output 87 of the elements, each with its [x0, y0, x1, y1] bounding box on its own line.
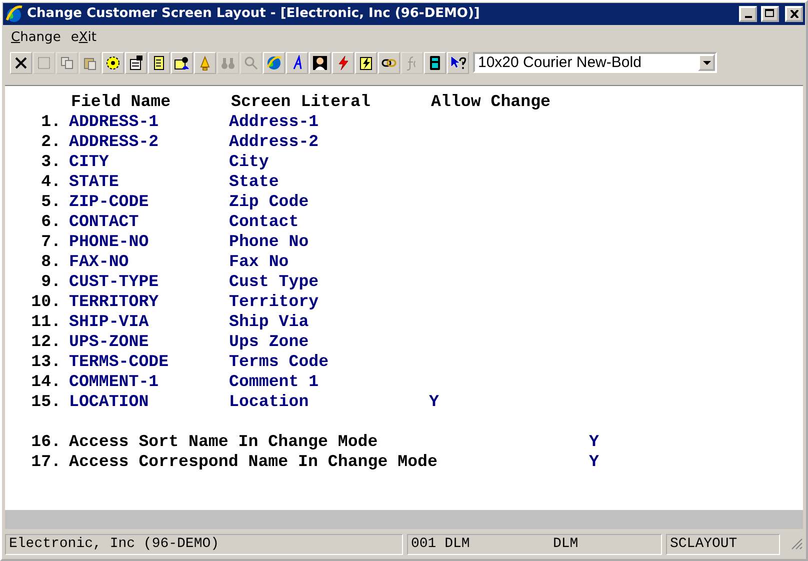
- screen-literal: Phone No: [229, 232, 310, 252]
- status-text: 001 DLM: [411, 536, 471, 552]
- screen-literal: Address-2: [229, 132, 320, 152]
- field-name: TERMS-CODE: [69, 352, 170, 372]
- row-number: 5.: [40, 192, 61, 212]
- field-name: CITY: [69, 152, 110, 172]
- row-number: 13.: [30, 352, 61, 372]
- program-pane: SCLAYOUT: [666, 534, 780, 555]
- screen-literal: City: [229, 152, 270, 172]
- minimize-icon: [744, 16, 752, 18]
- screen-literal: Ship Via: [229, 312, 310, 332]
- screen-literal: Territory: [229, 292, 320, 312]
- screen-literal: State: [229, 172, 280, 192]
- column-header: Screen Literal: [231, 92, 372, 112]
- calculator-icon[interactable]: [424, 52, 446, 74]
- option-value: Y: [589, 432, 600, 452]
- menu-item[interactable]: eXit: [68, 30, 100, 45]
- screen-literal: Location: [229, 392, 310, 412]
- screen-literal: Contact: [229, 212, 300, 232]
- font-dropdown[interactable]: 10x20 Courier New-Bold: [473, 52, 717, 74]
- field-name: CUST-TYPE: [69, 272, 160, 292]
- close-icon: [790, 10, 798, 18]
- field-name: ADDRESS-2: [69, 132, 160, 152]
- bell-icon[interactable]: [194, 52, 216, 74]
- row-number: 14.: [30, 372, 61, 392]
- lightning-page-icon[interactable]: [355, 52, 377, 74]
- caret-icon: [702, 60, 710, 65]
- option-value: Y: [589, 452, 600, 472]
- app-logo-icon: [5, 4, 23, 23]
- row-number: 9.: [40, 272, 61, 292]
- row-number: 10.: [30, 292, 61, 312]
- field-name: CONTACT: [69, 212, 140, 232]
- globe-icon[interactable]: [263, 52, 285, 74]
- field-name: ZIP-CODE: [69, 192, 150, 212]
- document-icon[interactable]: [148, 52, 170, 74]
- dropdown-button[interactable]: [698, 54, 715, 72]
- row-number: 1.: [40, 112, 61, 132]
- row-number: 6.: [40, 212, 61, 232]
- option-label: Access Sort Name In Change Mode: [69, 432, 379, 452]
- field-name: SHIP-VIA: [69, 312, 150, 332]
- minimize-button[interactable]: [739, 6, 757, 22]
- delete-icon[interactable]: [10, 52, 32, 74]
- lightning-icon[interactable]: [332, 52, 354, 74]
- row-number: 7.: [40, 232, 61, 252]
- person-icon[interactable]: [309, 52, 331, 74]
- gear-icon[interactable]: [102, 52, 124, 74]
- link-icon[interactable]: [378, 52, 400, 74]
- field-name: UPS-ZONE: [69, 332, 150, 352]
- person-card-icon[interactable]: [171, 52, 193, 74]
- field-name: ADDRESS-1: [69, 112, 160, 132]
- row-number: 8.: [40, 252, 61, 272]
- option-label: Access Correspond Name In Change Mode: [69, 452, 438, 472]
- screen-literal: Comment 1: [229, 372, 320, 392]
- allow-change-value: Y: [429, 392, 440, 412]
- resize-grip-icon: [791, 538, 803, 550]
- row-number: 2.: [40, 132, 61, 152]
- window-title: Change Customer Screen Layout - [Electronic, Inc (96-DEMO)]: [27, 6, 481, 22]
- screen-literal: Terms Code: [229, 352, 330, 372]
- field-name: FAX-NO: [69, 252, 130, 272]
- row-number: 17.: [30, 452, 61, 472]
- screen-literal: Zip Code: [229, 192, 310, 212]
- company-pane: Electronic, Inc (96-DEMO): [5, 534, 403, 555]
- row-number: 16.: [30, 432, 61, 452]
- field-name: COMMENT-1: [69, 372, 160, 392]
- properties-icon[interactable]: [125, 52, 147, 74]
- maximize-button[interactable]: [761, 6, 779, 22]
- row-number: 4.: [40, 172, 61, 192]
- screen-literal: Fax No: [229, 252, 290, 272]
- row-number: 15.: [30, 392, 61, 412]
- script-icon[interactable]: [286, 52, 308, 74]
- help-pointer-icon[interactable]: [447, 52, 469, 74]
- close-button[interactable]: [785, 6, 803, 22]
- screen-literal: Ups Zone: [229, 332, 310, 352]
- field-name: STATE: [69, 172, 120, 192]
- column-header: Field Name: [71, 92, 172, 112]
- menu-item[interactable]: Change: [8, 30, 64, 45]
- field-name: PHONE-NO: [69, 232, 150, 252]
- screen-literal: Cust Type: [229, 272, 320, 292]
- column-header: Allow Change: [431, 92, 552, 112]
- row-number: 12.: [30, 332, 61, 352]
- maximize-icon: [765, 9, 775, 18]
- field-name: LOCATION: [69, 392, 150, 412]
- row-number: 11.: [30, 312, 61, 332]
- field-name: TERRITORY: [69, 292, 160, 312]
- row-number: 3.: [40, 152, 61, 172]
- screen-literal: Address-1: [229, 112, 320, 132]
- status-text: DLM: [553, 536, 578, 552]
